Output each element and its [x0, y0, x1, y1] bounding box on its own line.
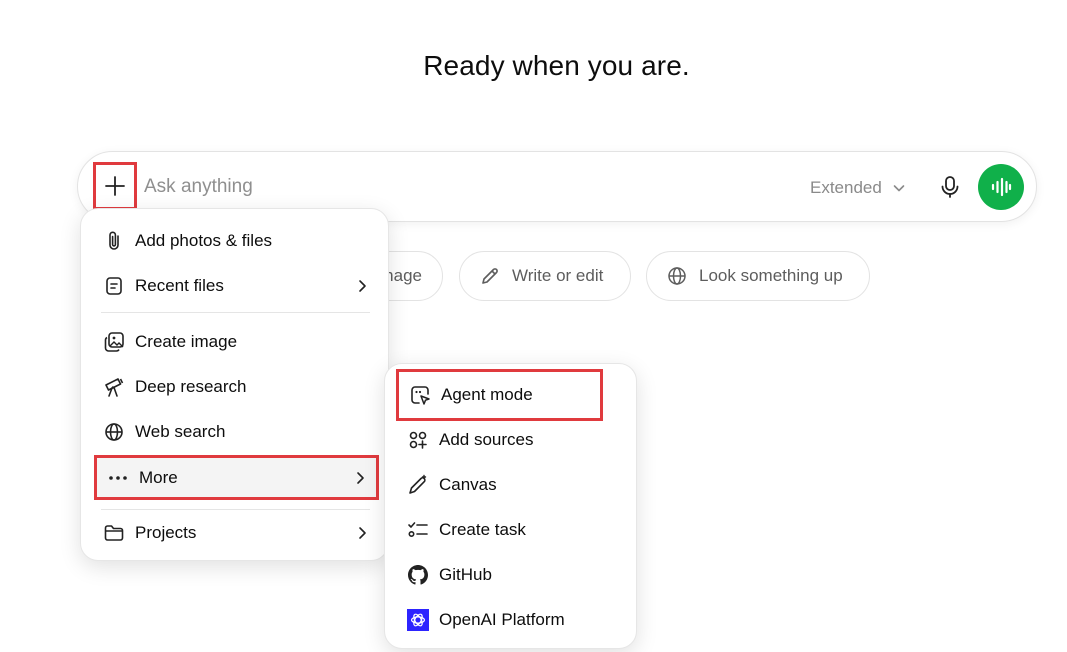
canvas-pen-icon	[407, 474, 429, 496]
menu-item-label: Recent files	[135, 276, 224, 295]
ellipsis-icon	[107, 467, 129, 489]
menu-item-label: Deep research	[135, 377, 247, 396]
submenu-item-agent-mode[interactable]: Agent mode	[396, 369, 603, 421]
menu-item-label: Projects	[135, 523, 197, 542]
image-icon	[103, 331, 125, 353]
menu-item-create-image[interactable]: Create image	[93, 321, 378, 363]
chat-home: Ready when you are. Extended nage	[0, 0, 1067, 652]
agent-cursor-icon	[409, 384, 431, 406]
submenu-item-create-task[interactable]: Create task	[397, 509, 626, 551]
chevron-right-icon	[350, 468, 370, 488]
pencil-icon	[480, 266, 500, 286]
paperclip-icon	[103, 230, 125, 252]
suggestion-write-or-edit[interactable]: Write or edit	[459, 251, 631, 301]
model-label: Extended	[810, 178, 882, 197]
menu-item-deep-research[interactable]: Deep research	[93, 366, 378, 408]
submenu-item-label: Canvas	[439, 475, 497, 494]
menu-item-label: Create image	[135, 332, 238, 351]
menu-item-label: Web search	[135, 422, 226, 441]
folder-icon	[103, 522, 125, 544]
model-selector[interactable]: Extended	[810, 176, 906, 200]
attach-menu: Add photos & files Recent files Create i…	[80, 208, 389, 561]
submenu-item-label: GitHub	[439, 565, 492, 584]
menu-item-recent-files[interactable]: Recent files	[93, 265, 378, 307]
menu-divider	[101, 312, 370, 313]
submenu-item-label: Add sources	[439, 430, 534, 449]
chevron-down-icon	[892, 181, 906, 195]
chevron-right-icon	[352, 276, 372, 296]
suggestion-label: Look something up	[699, 266, 843, 285]
page-title: Ready when you are.	[423, 50, 690, 81]
task-list-icon	[407, 519, 429, 541]
menu-item-label: More	[139, 467, 178, 487]
submenu-item-label: OpenAI Platform	[439, 610, 565, 629]
submenu-item-canvas[interactable]: Canvas	[397, 464, 626, 506]
microphone-icon	[939, 175, 961, 199]
menu-item-web-search[interactable]: Web search	[93, 411, 378, 453]
menu-divider	[101, 509, 370, 510]
menu-item-label: Add photos & files	[135, 231, 273, 250]
submenu-item-label: Create task	[439, 520, 526, 539]
attach-plus-button[interactable]	[93, 162, 137, 210]
sources-icon	[407, 429, 429, 451]
menu-item-more[interactable]: More	[94, 455, 379, 500]
globe-icon	[103, 421, 125, 443]
chevron-right-icon	[352, 523, 372, 543]
suggestion-label: nage	[384, 266, 422, 285]
plus-icon	[104, 175, 126, 197]
submenu-item-label: Agent mode	[441, 385, 533, 404]
more-submenu: Agent mode Add sources Canvas Create tas…	[384, 363, 637, 649]
suggestion-label: Write or edit	[512, 266, 604, 285]
dictate-button[interactable]	[935, 172, 965, 202]
telescope-icon	[103, 376, 125, 398]
openai-platform-icon	[407, 609, 429, 631]
submenu-item-add-sources[interactable]: Add sources	[397, 419, 626, 461]
suggestion-look-something-up[interactable]: Look something up	[646, 251, 870, 301]
submenu-item-github[interactable]: GitHub	[397, 554, 626, 596]
submenu-item-openai-platform[interactable]: OpenAI Platform	[397, 599, 626, 641]
menu-item-add-photos-files[interactable]: Add photos & files	[93, 220, 378, 262]
github-icon	[407, 564, 429, 586]
file-icon	[103, 275, 125, 297]
prompt-input[interactable]	[144, 174, 644, 200]
globe-icon	[667, 266, 687, 286]
voice-waveform-icon	[990, 177, 1012, 197]
menu-item-projects[interactable]: Projects	[93, 512, 378, 554]
voice-mode-button[interactable]	[978, 164, 1024, 210]
